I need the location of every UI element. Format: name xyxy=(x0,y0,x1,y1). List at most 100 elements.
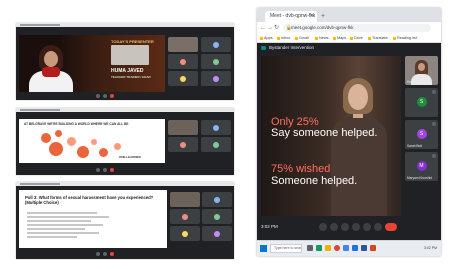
slide-banner: AT BELGRAVE WE'RE BUILDING A WORLD WHERE… xyxy=(24,122,129,126)
raise-hand-button[interactable] xyxy=(352,223,360,231)
slide-photo xyxy=(329,78,389,216)
bookmark-item[interactable]: Maps xyxy=(333,34,346,43)
participant-tile xyxy=(168,37,198,52)
bookmarks-bar: Apps Inbox Gmail News Maps Drive Transla… xyxy=(257,34,441,43)
camera-button[interactable] xyxy=(103,252,107,256)
poll-question: Poll 3: What forms of sexual harassment … xyxy=(25,195,154,205)
stage-line-4: Someone helped. xyxy=(271,175,358,187)
shared-slide: AT BELGRAVE WE'RE BUILDING A WORLD WHERE… xyxy=(19,119,165,163)
reload-icon[interactable]: ↻ xyxy=(274,22,279,34)
bookmark-item[interactable]: Inbox xyxy=(277,34,290,43)
present-button[interactable] xyxy=(363,223,371,231)
window-titlebar xyxy=(16,182,234,186)
leave-call-button[interactable] xyxy=(110,94,114,98)
edge-icon[interactable] xyxy=(316,245,322,251)
bookmark-item[interactable]: Translate xyxy=(368,34,388,43)
meeting-title: Bystander Intervention xyxy=(269,45,315,50)
meeting-controls xyxy=(16,250,234,258)
participant-avatar: S xyxy=(416,128,427,139)
presenter-photo xyxy=(29,45,73,99)
participant-tile[interactable]: M Maryam Khurshid xyxy=(405,152,438,181)
participant-tile xyxy=(201,120,231,135)
screenshot-slide-bubbles: AT BELGRAVE WE'RE BUILDING A WORLD WHERE… xyxy=(16,108,234,175)
participant-tile xyxy=(201,37,231,52)
task-view-icon[interactable] xyxy=(307,245,313,251)
participant-tile xyxy=(168,137,198,152)
participant-tile[interactable]: S Sarah Butt xyxy=(405,120,438,149)
stage-line-2: Say someone helped. xyxy=(271,127,378,139)
presenter-role: TEACHER TRAINER / HEAD xyxy=(111,75,151,79)
screenshot-presenter: TODAY'S PRESENTER HUMA JAVED TEACHER TRA… xyxy=(16,23,234,100)
participant-name: Maryam Khurshid xyxy=(407,176,432,180)
participant-tile xyxy=(170,226,200,241)
participant-tile xyxy=(170,209,200,224)
participant-tile-presenter[interactable]: Huma Javed xyxy=(405,56,438,85)
url-input[interactable]: meet.google.com/dvb-qpnw-fkk xyxy=(283,24,431,32)
camera-button[interactable] xyxy=(103,168,107,172)
screenshot-poll: Poll 3: What forms of sexual harassment … xyxy=(16,182,234,259)
system-tray-clock: 3:02 PM xyxy=(423,246,437,250)
meeting-clock: 3:02 PM xyxy=(261,224,278,229)
leave-call-button[interactable] xyxy=(110,168,114,172)
chrome-icon[interactable] xyxy=(334,245,340,251)
participant-tile xyxy=(201,137,231,152)
meeting-controls: 3:02 PM xyxy=(257,220,441,234)
taskbar-search-input[interactable]: Type here to search xyxy=(270,244,302,253)
more-options-button[interactable] xyxy=(374,223,382,231)
word-icon[interactable] xyxy=(361,245,367,251)
participant-name: Sarah Butt xyxy=(407,144,423,148)
leave-call-button[interactable] xyxy=(110,252,114,256)
browser-window: Meet - dvb-qpnw-fkk ✕ + ← → ↻ meet.googl… xyxy=(257,8,441,256)
file-explorer-icon[interactable] xyxy=(325,245,331,251)
mic-button[interactable] xyxy=(96,168,100,172)
participant-tile xyxy=(202,192,232,207)
participant-tile[interactable]: S xyxy=(405,88,438,117)
participant-avatar: S xyxy=(416,96,427,107)
windows-start-icon[interactable] xyxy=(260,245,267,252)
presenter-name: HUMA JAVED xyxy=(111,68,144,74)
participant-tile xyxy=(202,209,232,224)
bookmark-item[interactable]: Apps xyxy=(260,34,273,43)
participant-tile xyxy=(168,54,198,69)
bookmark-item[interactable]: Gmail xyxy=(295,34,309,43)
meet-header: Bystander Intervention xyxy=(257,43,441,53)
participant-tile xyxy=(168,71,198,86)
camera-button[interactable] xyxy=(103,94,107,98)
store-icon[interactable] xyxy=(343,245,349,251)
participant-tile xyxy=(168,120,198,135)
close-tab-icon[interactable]: ✕ xyxy=(310,11,314,22)
window-titlebar xyxy=(16,108,234,112)
slide-banner: TODAY'S PRESENTER xyxy=(111,39,154,44)
mic-button[interactable] xyxy=(96,94,100,98)
participant-name: Huma Javed xyxy=(407,80,425,84)
meeting-controls xyxy=(16,166,234,174)
leave-call-button[interactable] xyxy=(385,223,397,231)
meet-logo-icon xyxy=(261,46,266,50)
mic-off-icon xyxy=(432,154,436,158)
powerpoint-icon[interactable] xyxy=(370,245,376,251)
slide-footer: ONE LEARNER xyxy=(119,155,141,159)
meeting-controls xyxy=(16,92,234,100)
lock-icon: 🔒 xyxy=(286,25,292,30)
tab-strip: Meet - dvb-qpnw-fkk ✕ + xyxy=(257,8,441,22)
participant-avatar: M xyxy=(416,160,427,171)
back-icon[interactable]: ← xyxy=(260,22,266,34)
forward-icon[interactable]: → xyxy=(267,22,273,34)
poll-slide: Poll 3: What forms of sexual harassment … xyxy=(19,190,167,248)
windows-taskbar: Type here to search 3:02 PM xyxy=(257,240,441,256)
new-tab-icon[interactable]: + xyxy=(321,11,325,22)
bookmark-item[interactable]: Reading list xyxy=(393,34,417,43)
participant-tile xyxy=(170,192,200,207)
mail-icon[interactable] xyxy=(352,245,358,251)
bookmark-item[interactable]: Drive xyxy=(350,34,363,43)
camera-button[interactable] xyxy=(330,223,338,231)
mic-button[interactable] xyxy=(319,223,327,231)
participant-tile xyxy=(201,71,231,86)
mic-off-icon xyxy=(432,90,436,94)
bookmark-item[interactable]: News xyxy=(315,34,329,43)
mic-button[interactable] xyxy=(96,252,100,256)
mic-off-icon xyxy=(432,122,436,126)
captions-button[interactable] xyxy=(341,223,349,231)
stage-line-3: 75% wished xyxy=(271,163,331,175)
participant-tile xyxy=(202,226,232,241)
